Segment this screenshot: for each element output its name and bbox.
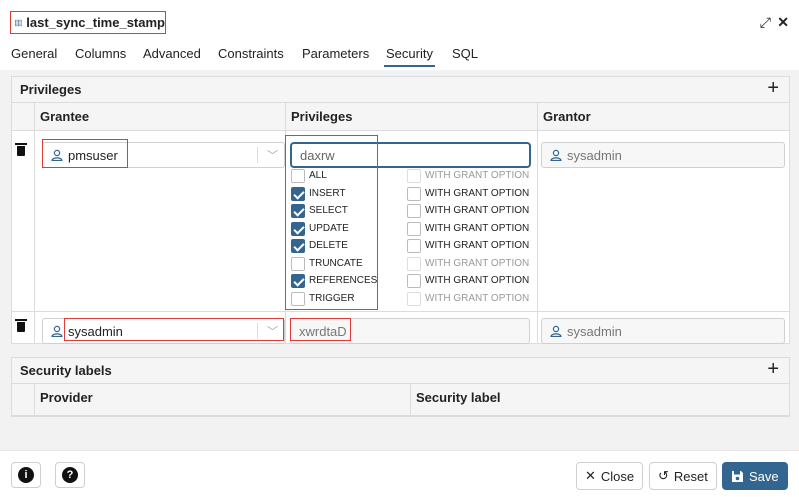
grantor-field: sysadmin bbox=[541, 142, 785, 168]
delete-row-icon[interactable] bbox=[15, 319, 27, 332]
column-divider bbox=[537, 103, 538, 343]
user-icon bbox=[51, 325, 63, 337]
dialog-title-box: last_sync_time_stamp bbox=[10, 11, 166, 34]
tab-parameters[interactable]: Parameters bbox=[302, 46, 369, 61]
grant-label: WITH GRANT OPTION bbox=[425, 205, 530, 216]
column-divider bbox=[410, 384, 411, 416]
tab-sql[interactable]: SQL bbox=[452, 46, 478, 61]
tab-columns[interactable]: Columns bbox=[75, 46, 126, 61]
user-icon bbox=[550, 149, 562, 161]
security-labels-title: Security labels bbox=[20, 363, 112, 378]
grant-checkbox[interactable] bbox=[407, 273, 421, 288]
save-button-label: Save bbox=[749, 468, 779, 484]
highlight-box bbox=[285, 135, 378, 310]
tab-bar: General Columns Advanced Constraints Par… bbox=[0, 38, 799, 68]
grant-checkbox[interactable] bbox=[407, 221, 421, 236]
select-separator bbox=[257, 147, 258, 163]
grant-label: WITH GRANT OPTION bbox=[425, 293, 530, 304]
table-icon bbox=[15, 19, 23, 26]
info-icon: i bbox=[18, 467, 34, 483]
dialog-title: last_sync_time_stamp bbox=[26, 15, 165, 30]
column-head-spacer bbox=[12, 384, 34, 416]
grant-checkbox[interactable] bbox=[407, 203, 421, 218]
column-divider bbox=[34, 103, 35, 343]
grant-label: WITH GRANT OPTION bbox=[425, 170, 530, 181]
column-head-provider: Provider bbox=[34, 384, 410, 416]
tab-constraints[interactable]: Constraints bbox=[218, 46, 284, 61]
delete-row-icon[interactable] bbox=[15, 143, 27, 156]
close-icon[interactable]: ✕ bbox=[777, 14, 789, 31]
highlight-box bbox=[290, 318, 351, 341]
column-head-grantor: Grantor bbox=[537, 103, 789, 131]
grant-checkbox bbox=[407, 168, 421, 183]
grant-checkbox bbox=[407, 291, 421, 306]
grant-checkbox bbox=[407, 256, 421, 271]
tab-security[interactable]: Security bbox=[384, 46, 435, 67]
save-button[interactable]: Save bbox=[722, 462, 788, 490]
help-icon: ? bbox=[62, 467, 78, 483]
grantor-value: sysadmin bbox=[567, 323, 622, 339]
tab-advanced[interactable]: Advanced bbox=[143, 46, 201, 61]
info-button[interactable]: i bbox=[11, 462, 41, 488]
privileges-header: Privileges + bbox=[12, 77, 789, 103]
grant-label: WITH GRANT OPTION bbox=[425, 240, 530, 251]
reset-button[interactable]: ↺ Reset bbox=[649, 462, 717, 490]
grant-label: WITH GRANT OPTION bbox=[425, 223, 530, 234]
add-privilege-icon[interactable]: + bbox=[767, 77, 779, 100]
grant-checkbox[interactable] bbox=[407, 186, 421, 201]
row-divider bbox=[12, 311, 789, 312]
grant-label: WITH GRANT OPTION bbox=[425, 258, 530, 269]
save-icon bbox=[732, 470, 743, 482]
security-labels-header: Security labels + bbox=[12, 358, 789, 384]
grantor-value: sysadmin bbox=[567, 147, 622, 163]
grantor-field: sysadmin bbox=[541, 318, 785, 344]
highlight-box bbox=[42, 139, 128, 168]
add-security-label-icon[interactable]: + bbox=[767, 358, 779, 381]
help-button[interactable]: ? bbox=[55, 462, 85, 488]
column-head-spacer bbox=[12, 103, 34, 131]
highlight-box bbox=[64, 318, 284, 341]
security-labels-section: Security labels + Provider Security labe… bbox=[11, 357, 790, 417]
dialog-footer: i ? ✕ Close ↺ Reset Save bbox=[0, 450, 799, 497]
privileges-section-title: Privileges bbox=[20, 82, 82, 97]
column-head-grantee: Grantee bbox=[34, 103, 285, 131]
reset-icon: ↺ bbox=[658, 468, 669, 483]
close-button-label: Close bbox=[600, 468, 635, 484]
column-divider bbox=[34, 384, 35, 416]
tab-general[interactable]: General bbox=[11, 46, 57, 61]
column-head-security-label: Security label bbox=[410, 384, 789, 416]
grant-label: WITH GRANT OPTION bbox=[425, 188, 530, 199]
close-x-icon: ✕ bbox=[585, 468, 596, 483]
user-icon bbox=[550, 325, 562, 337]
grant-label: WITH GRANT OPTION bbox=[425, 275, 530, 286]
reset-button-label: Reset bbox=[673, 468, 708, 484]
dialog-titlebar: last_sync_time_stamp ⤢ ✕ bbox=[0, 0, 799, 38]
chevron-down-icon[interactable]: ﹀ bbox=[267, 147, 278, 163]
column-head-privileges: Privileges bbox=[285, 103, 537, 131]
close-button[interactable]: ✕ Close bbox=[576, 462, 644, 490]
expand-icon[interactable]: ⤢ bbox=[760, 14, 771, 31]
grant-checkbox[interactable] bbox=[407, 238, 421, 253]
